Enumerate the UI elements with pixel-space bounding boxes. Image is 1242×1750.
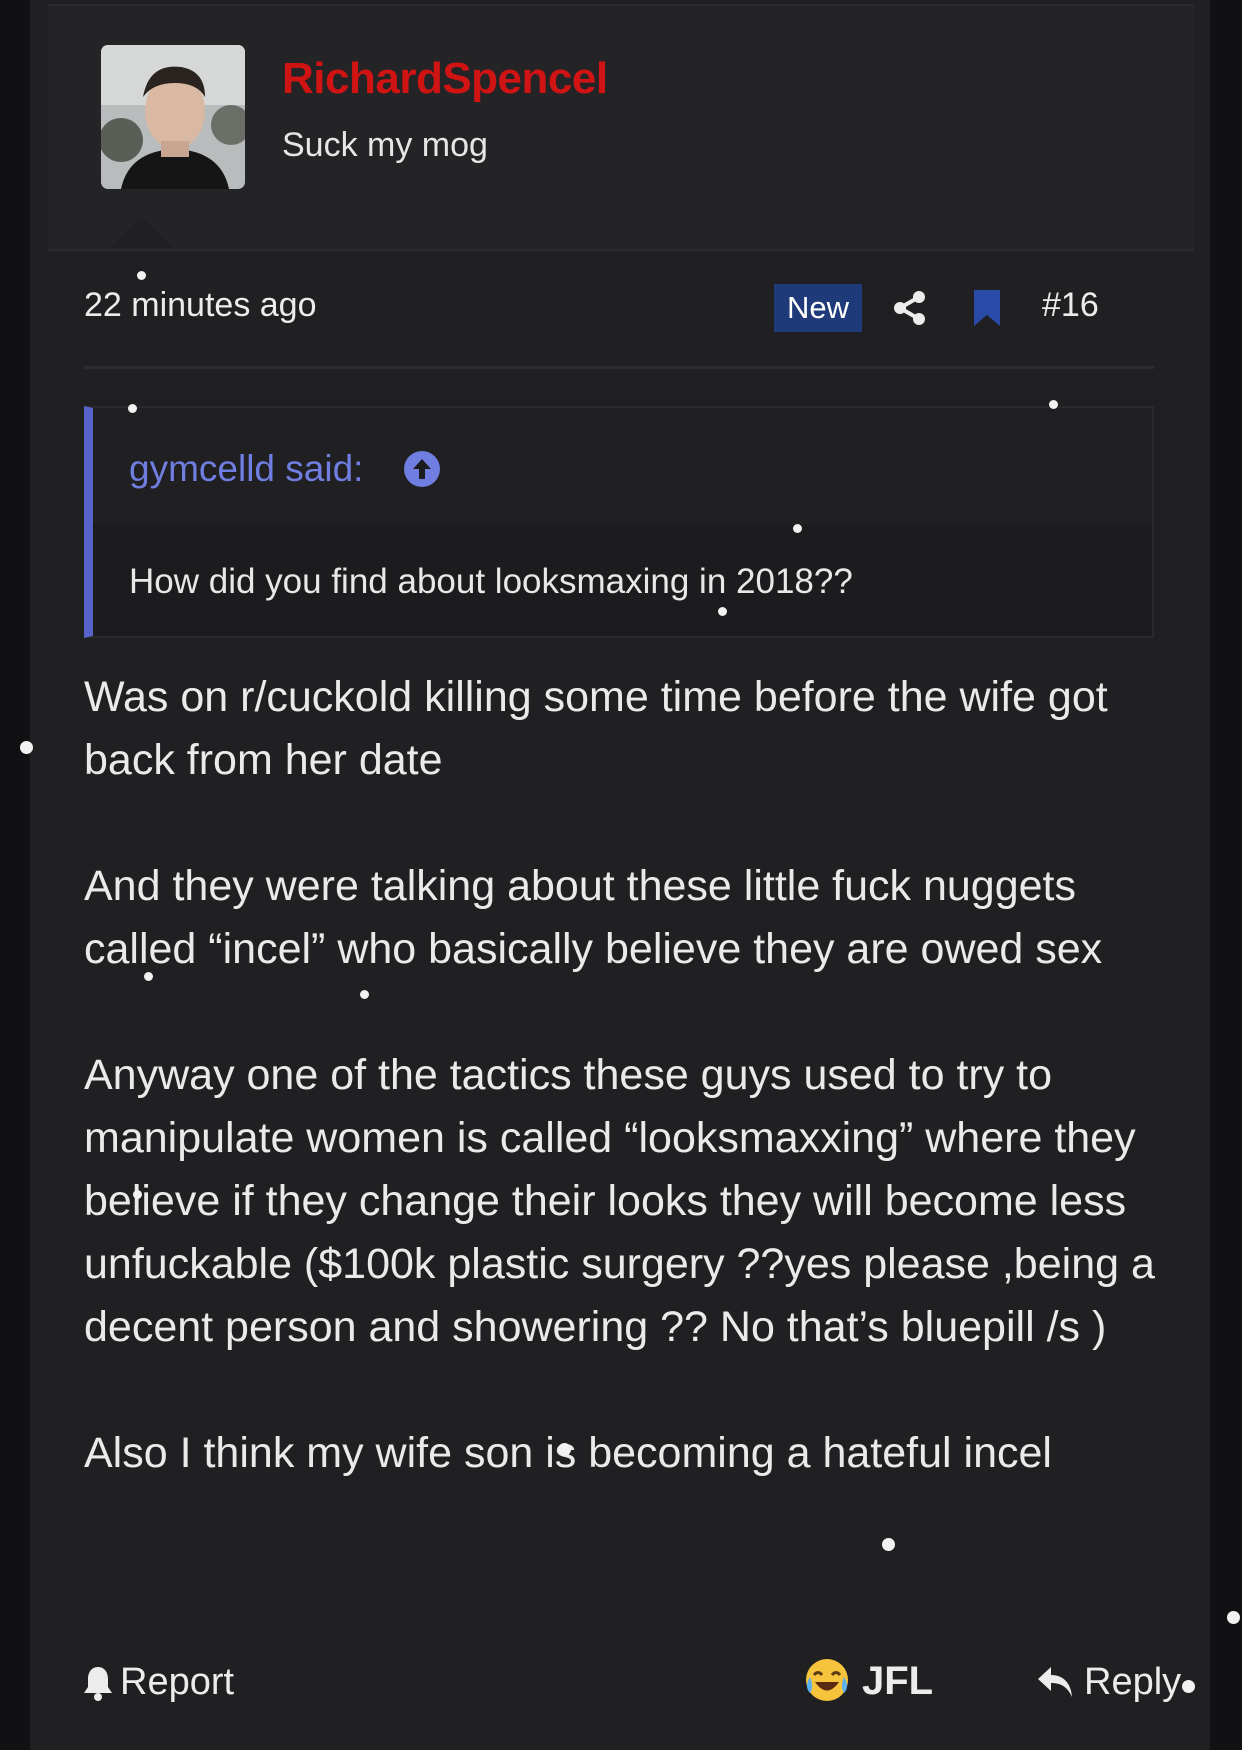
post-paragraph: Was on r/cuckold killing some time befor… <box>84 673 1108 784</box>
reply-button[interactable]: Reply <box>1038 1661 1182 1704</box>
post-number-link[interactable]: #16 <box>1042 286 1099 325</box>
arrow-up-circle-icon[interactable] <box>403 450 441 488</box>
post-paragraph: And they were talking about these little… <box>84 862 1103 973</box>
header-notch <box>109 216 173 248</box>
decorative-dot <box>882 1538 895 1551</box>
decorative-dot <box>137 271 146 280</box>
decorative-dot <box>20 741 33 754</box>
share-icon[interactable] <box>890 288 930 328</box>
post-author-header: RichardSpencel Suck my mog <box>48 4 1194 251</box>
decorative-dot <box>360 990 369 999</box>
post-timestamp[interactable]: 22 minutes ago <box>84 286 317 325</box>
post-paragraph: Also I think my wife son is becoming a h… <box>84 1429 1052 1477</box>
report-label: Report <box>120 1661 235 1703</box>
new-badge: New <box>774 284 862 332</box>
author-username[interactable]: RichardSpencel <box>282 54 608 104</box>
report-button[interactable]: Report <box>84 1661 235 1704</box>
jfl-label: JFL <box>862 1659 934 1703</box>
bell-icon <box>84 1667 112 1701</box>
quote-text: How did you find about looksmaxing in 20… <box>129 562 853 601</box>
quote-block: gymcelld said: How did you find about lo… <box>84 406 1154 638</box>
divider <box>84 366 1154 369</box>
author-title: Suck my mog <box>282 126 488 164</box>
reply-label: Reply <box>1084 1661 1182 1703</box>
decorative-dot <box>128 404 137 413</box>
bookmark-icon[interactable] <box>970 288 1004 328</box>
decorative-dot <box>793 524 802 533</box>
reply-arrow-icon <box>1038 1667 1072 1697</box>
decorative-dot <box>144 972 153 981</box>
decorative-dot <box>1227 1611 1240 1624</box>
post-body: Was on r/cuckold killing some time befor… <box>84 666 1194 1548</box>
post-paragraph: Anyway one of the tactics these guys use… <box>84 1051 1155 1351</box>
post-actions: Report JFL Reply <box>84 1655 1194 1715</box>
decorative-dot <box>718 607 727 616</box>
post-meta-row: 22 minutes ago New #16 <box>84 278 1154 338</box>
quote-header: gymcelld said: <box>93 408 1152 524</box>
decorative-dot <box>558 1443 571 1456</box>
crying-laughing-emoji-icon <box>806 1659 848 1701</box>
jfl-reaction-button[interactable]: JFL <box>806 1659 934 1704</box>
decorative-dot <box>1049 400 1058 409</box>
post-container: RichardSpencel Suck my mog 22 minutes ag… <box>30 0 1210 1750</box>
avatar[interactable] <box>101 45 245 189</box>
decorative-dot <box>133 1190 142 1199</box>
quote-author-link[interactable]: gymcelld said: <box>129 448 363 490</box>
decorative-dot <box>1182 1680 1195 1693</box>
